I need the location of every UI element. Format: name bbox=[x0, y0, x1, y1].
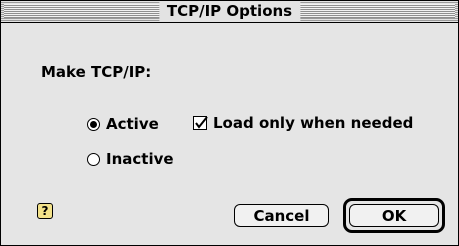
tcpip-options-dialog: TCP/IP Options Make TCP/IP: Active Inact… bbox=[0, 0, 459, 246]
help-icon[interactable]: ? bbox=[37, 203, 53, 219]
radio-active-label: Active bbox=[106, 115, 159, 133]
ok-button[interactable]: OK bbox=[349, 204, 439, 227]
radio-active[interactable]: Active bbox=[87, 115, 159, 133]
check-mark-icon bbox=[195, 116, 208, 129]
cancel-button[interactable]: Cancel bbox=[234, 204, 329, 227]
radio-inactive-label: Inactive bbox=[106, 150, 174, 168]
checkbox-box[interactable] bbox=[193, 116, 208, 130]
window-title: TCP/IP Options bbox=[158, 1, 301, 22]
radio-inactive[interactable]: Inactive bbox=[87, 150, 174, 168]
radio-inactive-circle[interactable] bbox=[87, 152, 100, 166]
make-tcpip-label: Make TCP/IP: bbox=[41, 63, 152, 81]
load-only-when-needed-checkbox[interactable]: Load only when needed bbox=[193, 114, 413, 132]
checkbox-label: Load only when needed bbox=[213, 114, 414, 132]
radio-active-circle[interactable] bbox=[87, 117, 100, 131]
title-bar[interactable]: TCP/IP Options bbox=[1, 1, 458, 23]
